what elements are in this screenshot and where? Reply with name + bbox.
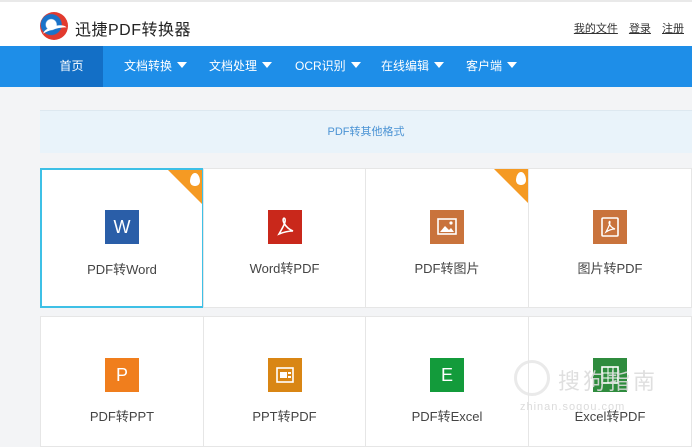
pdf-icon <box>267 210 302 244</box>
category-banner: PDF转其他格式 <box>40 110 692 153</box>
excel-icon: E <box>430 358 464 392</box>
tool-label: PDF转PPT <box>89 409 155 424</box>
pdf-icon <box>593 210 627 244</box>
brand-name[interactable]: 迅捷PDF转换器 <box>75 16 191 40</box>
watermark-logo-icon <box>514 360 550 396</box>
login-link[interactable]: 登录 <box>629 23 651 35</box>
tool-word-to-pdf[interactable]: Word转PDF <box>203 168 366 308</box>
chevron-down-icon <box>350 62 361 68</box>
tool-pdf-to-excel[interactable]: E PDF转Excel <box>365 316 529 447</box>
nav-client-label: 客户端 <box>466 59 503 73</box>
top-header: 迅捷PDF转换器 我的文件 登录 注册 <box>0 0 692 46</box>
tool-label: PDF转图片 <box>414 261 480 276</box>
tool-pdf-to-image[interactable]: PDF转图片 <box>365 168 529 308</box>
image-icon <box>430 210 464 244</box>
hot-badge-icon <box>494 169 528 203</box>
tool-pdf-to-ppt[interactable]: P PDF转PPT <box>40 316 204 447</box>
register-link[interactable]: 注册 <box>662 23 684 35</box>
chevron-down-icon <box>262 62 273 68</box>
tool-label: PDF转Excel <box>411 409 483 424</box>
nav-doc-convert[interactable]: 文档转换 <box>124 46 188 87</box>
nav-doc-convert-label: 文档转换 <box>124 59 173 73</box>
ppt-pdf-icon <box>267 358 302 392</box>
word-icon: W <box>105 210 139 244</box>
tool-label: 图片转PDF <box>577 261 643 276</box>
app-logo-icon[interactable] <box>40 12 68 40</box>
nav-client[interactable]: 客户端 <box>466 46 518 87</box>
nav-doc-process-label: 文档处理 <box>209 59 258 73</box>
nav-ocr[interactable]: OCR识别 <box>295 46 361 87</box>
chevron-down-icon <box>177 62 188 68</box>
ppt-icon: P <box>105 358 139 392</box>
tool-label: PPT转PDF <box>252 409 317 424</box>
watermark-subtext: zhinan.sogou.com <box>520 401 626 413</box>
nav-online-edit[interactable]: 在线编辑 <box>381 46 445 87</box>
hot-badge-icon <box>168 170 202 204</box>
tool-pdf-to-word[interactable]: W PDF转Word <box>40 168 204 308</box>
top-links: 我的文件 登录 注册 <box>566 20 684 36</box>
my-files-link[interactable]: 我的文件 <box>574 23 618 35</box>
tool-ppt-to-pdf[interactable]: PPT转PDF <box>203 316 366 447</box>
nav-home-label: 首页 <box>59 59 84 73</box>
nav-online-edit-label: 在线编辑 <box>381 59 430 73</box>
tool-label: Word转PDF <box>249 261 320 276</box>
chevron-down-icon <box>434 62 445 68</box>
nav-home[interactable]: 首页 <box>40 46 103 87</box>
main-nav: 首页 文档转换 文档处理 OCR识别 在线编辑 客户端 <box>0 46 692 87</box>
watermark-text: 搜狗指南 <box>558 369 659 394</box>
chevron-down-icon <box>507 62 518 68</box>
tool-label: PDF转Word <box>87 262 157 277</box>
nav-ocr-label: OCR识别 <box>295 59 346 73</box>
nav-doc-process[interactable]: 文档处理 <box>209 46 273 87</box>
tool-image-to-pdf[interactable]: 图片转PDF <box>528 168 692 308</box>
